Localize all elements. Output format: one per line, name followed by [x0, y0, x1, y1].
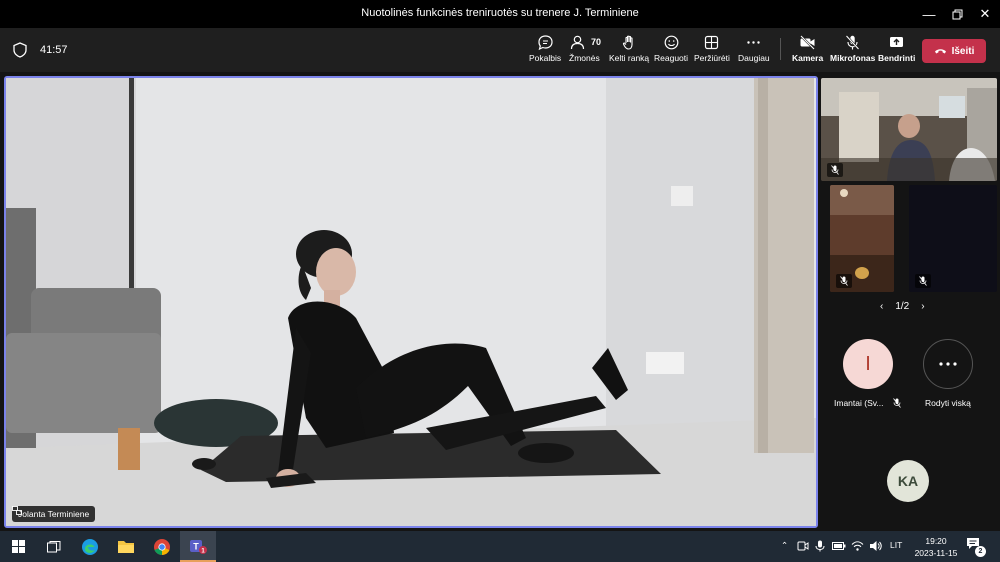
meeting-stage: Jolanta Terminiene ‹ 1/2 › I Imantai (Sv… — [0, 72, 1000, 531]
shield-icon — [13, 42, 27, 58]
main-video-frame — [6, 78, 816, 526]
people-icon — [570, 35, 584, 50]
clock-date: 2023-11-15 — [914, 548, 958, 558]
smile-icon — [664, 35, 678, 50]
more-icon — [747, 41, 761, 44]
react-label: Reaguoti — [654, 53, 689, 63]
chat-icon — [537, 35, 553, 51]
task-view-button[interactable] — [36, 531, 72, 562]
edge-taskbar-icon[interactable] — [72, 531, 108, 562]
view-icon — [705, 35, 719, 50]
participant-muted-indicator — [836, 274, 852, 288]
participant-muted-indicator — [915, 274, 931, 288]
self-avatar: KA — [887, 460, 929, 502]
avatar-initials: KA — [897, 473, 919, 489]
mic-off-icon — [893, 398, 901, 408]
pin-icon — [12, 506, 22, 515]
close-button[interactable]: ✕ — [968, 0, 1000, 28]
task-view-icon — [47, 540, 61, 552]
phone-hangup-icon — [934, 49, 946, 54]
folder-icon — [118, 541, 134, 553]
show-hidden-icons[interactable]: ⌃ — [781, 540, 788, 551]
battery-icon[interactable] — [832, 541, 846, 551]
more-label: Daugiau — [738, 53, 770, 63]
chrome-taskbar-icon[interactable] — [144, 531, 180, 562]
chevron-right-icon[interactable]: › — [921, 301, 924, 312]
presenter-name: Jolanta Terminiene — [18, 509, 90, 519]
mic-off-icon — [840, 276, 848, 286]
camera-off-icon — [800, 35, 815, 50]
participant-muted-indicator — [827, 163, 843, 177]
gallery-pager: ‹ 1/2 › — [880, 301, 925, 312]
notification-count-badge: 2 — [975, 546, 986, 557]
more-button[interactable]: Daugiau — [738, 34, 770, 68]
wifi-icon[interactable] — [851, 540, 864, 552]
leave-label: Išeiti — [951, 45, 975, 57]
mic-off-icon — [845, 35, 860, 50]
edge-icon — [82, 538, 98, 555]
react-button[interactable]: Reaguoti — [654, 34, 688, 68]
microphone-button[interactable]: Mikrofonas — [830, 34, 875, 68]
share-icon — [890, 37, 904, 47]
avatar-initials: I — [865, 352, 871, 375]
teams-icon: T1 — [190, 539, 207, 554]
participant-video-frame — [821, 78, 997, 181]
show-all-button[interactable] — [923, 339, 973, 389]
share-label: Bendrinti — [878, 53, 916, 63]
raise-hand-icon — [622, 35, 633, 50]
main-video-name-badge: Jolanta Terminiene — [12, 506, 96, 522]
people-count: 70 — [591, 37, 602, 47]
svg-text:T: T — [193, 541, 199, 551]
system-clock[interactable]: 19:20 2023-11-15 — [908, 535, 964, 559]
participant-video-tile[interactable] — [909, 185, 997, 292]
chrome-icon — [154, 538, 170, 555]
microphone-label: Mikrofonas — [830, 53, 876, 63]
chat-button[interactable]: Pokalbis — [529, 34, 561, 68]
main-video[interactable]: Jolanta Terminiene — [4, 76, 818, 528]
page-indicator: 1/2 — [895, 301, 910, 312]
file-explorer-taskbar-icon[interactable] — [108, 531, 144, 562]
teams-taskbar-icon[interactable]: T1 — [180, 531, 216, 562]
participant-name: Imantai (Sv... — [834, 398, 884, 408]
clock-time: 19:20 — [925, 536, 947, 546]
restore-icon — [952, 9, 962, 19]
people-label: Žmonės — [569, 53, 600, 63]
mic-off-icon — [919, 276, 927, 286]
input-language[interactable]: LIT — [890, 540, 902, 550]
chevron-left-icon[interactable]: ‹ — [880, 301, 883, 312]
leave-button[interactable]: Išeiti — [922, 39, 986, 63]
meet-now-icon[interactable] — [797, 540, 809, 552]
window-title: Nuotolinės funkcinės treniruotės su tren… — [361, 7, 639, 19]
view-button[interactable]: Peržiūrėti — [694, 34, 730, 68]
volume-icon[interactable] — [869, 540, 882, 552]
meeting-toolbar: 41:57 Pokalbis 70 Žmonės Kelti ranką Rea… — [0, 28, 1000, 72]
camera-label: Kamera — [792, 53, 824, 63]
share-button[interactable]: Bendrinti — [878, 34, 915, 68]
view-label: Peržiūrėti — [694, 53, 730, 63]
chat-label: Pokalbis — [529, 53, 562, 63]
more-icon — [939, 362, 957, 366]
start-button[interactable] — [0, 531, 36, 562]
windows-taskbar: T1 ⌃ LIT 19:20 2023-11-15 2 — [0, 531, 1000, 562]
notification-center-button[interactable]: 2 — [966, 537, 988, 557]
title-bar: Nuotolinės funkcinės treniruotės su tren… — [0, 0, 1000, 28]
participant-avatar[interactable]: I — [843, 339, 893, 389]
participant-video-tile[interactable] — [830, 185, 894, 292]
mic-off-icon — [831, 165, 839, 175]
raise-hand-label: Kelti ranką — [609, 53, 650, 63]
camera-button[interactable]: Kamera — [792, 34, 823, 68]
meeting-timer: 41:57 — [40, 44, 68, 56]
show-all-label: Rodyti viską — [925, 398, 971, 408]
microphone-tray-icon[interactable] — [815, 540, 825, 552]
raise-hand-button[interactable]: Kelti ranką — [609, 34, 649, 68]
windows-logo-icon — [11, 540, 25, 553]
participant-video-tile[interactable] — [821, 78, 997, 181]
toolbar-divider — [780, 38, 781, 60]
people-button[interactable]: 70 Žmonės — [569, 34, 602, 68]
